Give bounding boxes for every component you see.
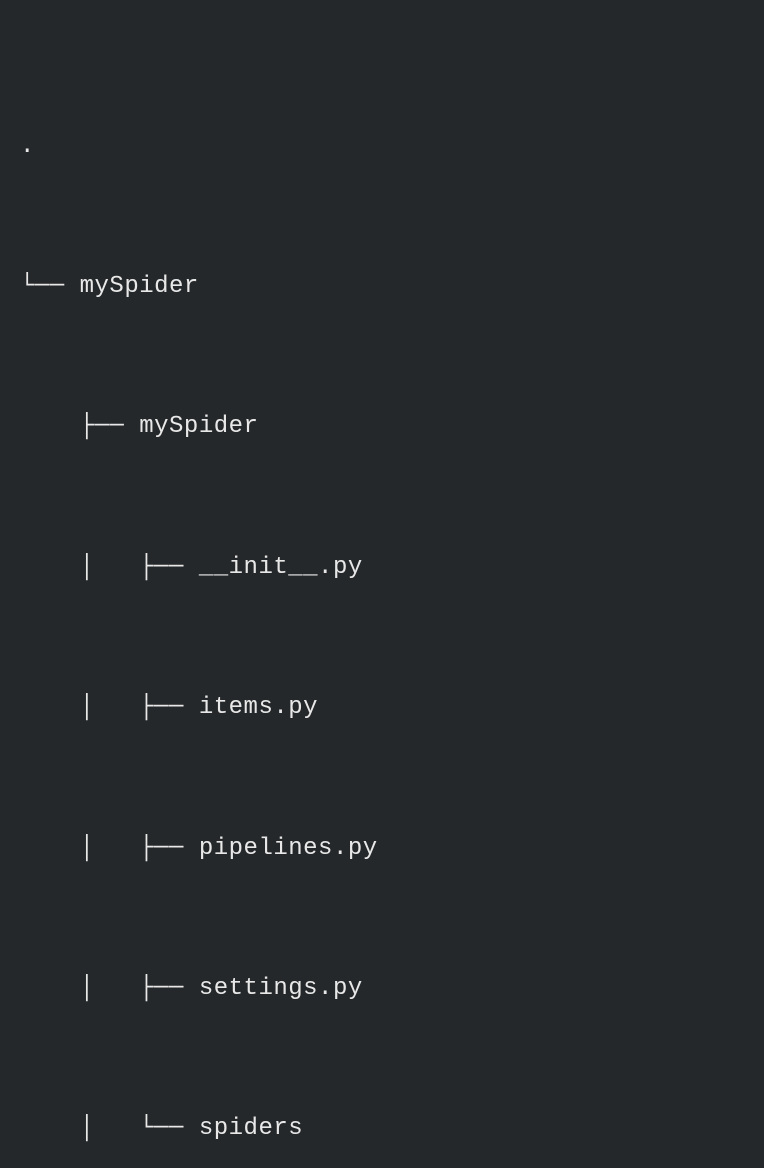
- tree-row: │ ├── pipelines.py: [20, 826, 744, 873]
- tree-prefix: │ ├──: [20, 554, 199, 581]
- tree-prefix: ├──: [20, 413, 139, 440]
- tree-prefix: │ ├──: [20, 694, 199, 721]
- tree-node-label: mySpider: [80, 273, 199, 300]
- tree-row: │ ├── settings.py: [20, 966, 744, 1013]
- tree-node-label: spiders: [199, 1115, 303, 1142]
- tree-prefix: │ └──: [20, 1115, 199, 1142]
- tree-root-label: .: [20, 133, 35, 160]
- tree-node-label: __init__.py: [199, 554, 363, 581]
- tree-node-label: pipelines.py: [199, 835, 378, 862]
- tree-node-label: items.py: [199, 694, 318, 721]
- tree-row: ├── mySpider: [20, 404, 744, 451]
- tree-prefix: └──: [20, 273, 80, 300]
- tree-prefix: │ ├──: [20, 975, 199, 1002]
- tree-node-label: mySpider: [139, 413, 258, 440]
- tree-prefix: │ ├──: [20, 835, 199, 862]
- tree-row: │ └── spiders: [20, 1106, 744, 1153]
- tree-root: .: [20, 124, 744, 171]
- tree-node-label: settings.py: [199, 975, 363, 1002]
- directory-tree: . └── mySpider ├── mySpider │ ├── __init…: [20, 30, 744, 1168]
- tree-row: │ ├── __init__.py: [20, 545, 744, 592]
- tree-row: └── mySpider: [20, 264, 744, 311]
- tree-row: │ ├── items.py: [20, 685, 744, 732]
